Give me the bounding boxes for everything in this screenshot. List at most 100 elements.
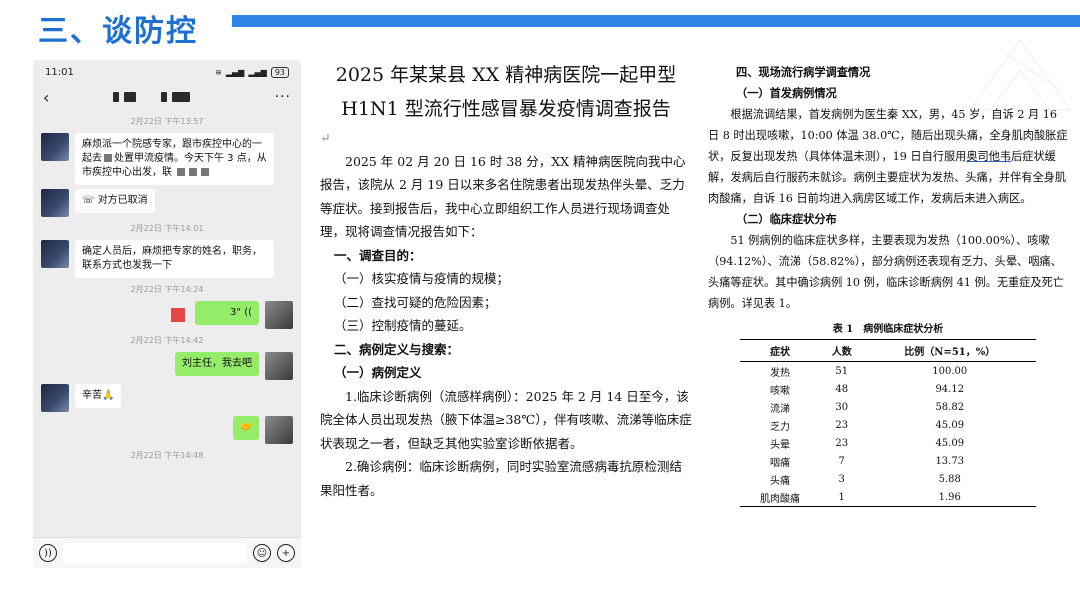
unread-voice-indicator [171,308,185,322]
table-cell: 23 [835,419,849,431]
call-cancelled-message: ☏ 对方已取消 [33,189,301,217]
message-bubble[interactable]: 辛苦🙏 [75,384,122,408]
section-heading: 二、病例定义与搜索： [334,341,460,357]
redacted-mosaic [189,168,198,176]
table-cell: 头晕 [769,439,790,451]
emoji-bubble[interactable]: 🤝 [232,416,259,440]
subsection-heading: （一）首发病例情况 [736,86,837,100]
chat-header: ‹ ··· [33,84,301,110]
avatar[interactable] [41,240,69,268]
avatar[interactable] [265,352,293,380]
intro-paragraph: 2025 年 02 月 20 日 16 时 38 分，XX 精神病医院向我中心报… [320,153,686,240]
message-received: 麻烦派一个院感专家，跟市疾控中心的一起去 处置甲流疫情。今天下午 3 点，从市疾控… [33,133,301,185]
table-row: 咽痛 7 13.73 [740,452,1036,470]
voice-input-icon[interactable]: )) [39,544,57,562]
table-cell: 肌肉酸痛 [740,488,820,507]
table-row: 发热 51 100.00 [740,362,1036,381]
plus-icon[interactable]: + [277,544,295,562]
handshake-emoji-icon: 🤝 [239,422,252,433]
redacted-mosaic [201,168,210,176]
chat-input-bar: )) ☺ + [33,537,301,568]
emoji-icon[interactable]: ☺ [253,544,271,562]
wechat-chat-screenshot: 11:01 ≋ ▂▄▆ ▂▄▆ 93 ‹ ··· 2月22日 下午13:57 麻… [33,60,301,568]
timestamp: 2月22日 下午14:48 [130,451,204,460]
status-time: 11:01 [45,66,74,78]
list-item: （三）控制疫情的蔓延。 [334,318,472,333]
subsection-heading: （二）临床症状分布 [736,212,837,226]
table-cell: 13.73 [935,455,965,467]
redacted-mosaic [177,168,186,176]
table-cell: 1 [819,488,864,507]
slide-title: 三、谈防控 [38,14,198,49]
table-cell: 48 [835,383,849,395]
table-cell: 5.88 [938,473,961,485]
report-page-2: 四、现场流行病学调查情况 （一）首发病例情况 根据流调结果，首发病例为医生秦 X… [708,62,1068,582]
table-caption: 表 1 病例临床症状分析 [832,324,944,335]
report-page-1: 2025 年某某县 XX 精神病医院一起甲型 H1N1 型流行性感冒暴发疫情调查… [320,58,692,578]
report-title-line2: H1N1 型流行性感冒暴发疫情调查报告 [341,98,671,120]
message-bubble[interactable]: 刘主任，我去吧 [175,352,259,376]
message-bubble[interactable]: 麻烦派一个院感专家，跟市疾控中心的一起去 处置甲流疫情。今天下午 3 点，从市疾控… [75,133,274,185]
voice-wave-icon: (( [244,307,252,318]
call-bubble[interactable]: ☏ 对方已取消 [75,189,155,213]
subsection-heading: （一）病例定义 [334,365,422,380]
redacted-mosaic [104,154,112,162]
table-cell: 23 [835,437,849,449]
avatar[interactable] [265,416,293,444]
table-cell: 1.96 [863,488,1036,507]
table-row: 肌肉酸痛 1 1.96 [740,488,1036,507]
message-input[interactable] [63,543,247,563]
list-item: （一）核实疫情与疫情的规模； [334,271,510,286]
table-row: 咳嗽 48 94.12 [740,380,1036,398]
battery-level: 93 [270,66,289,78]
body-paragraph: 2.确诊病例：临床诊断病例，同时实验室流感病毒抗原检测结果阳性者。 [320,459,682,498]
table-cell: 流涕 [769,403,790,415]
voice-message-sent: 3" (( [33,301,301,329]
timestamp: 2月22日 下午14:24 [130,285,204,294]
voice-bubble[interactable]: 3" (( [195,301,259,325]
title-bar [232,15,1080,27]
contact-name-redacted [113,92,190,102]
table-cell: 3 [838,473,845,485]
body-paragraph: 1.临床诊断病例（流感样病例）：2025 年 2 月 14 日至今，该院全体人员… [320,388,692,451]
paragraph-mark: ↵ [320,130,331,145]
table-row: 流涕 30 58.82 [740,398,1036,416]
column-header: 比例（N=51，%） [863,339,1036,362]
report-title-line1: 2025 年某某县 XX 精神病医院一起甲型 [335,64,677,86]
message-received: 辛苦🙏 [33,384,301,412]
table-cell: 45.09 [935,437,965,449]
call-status-text: 对方已取消 [97,195,148,206]
avatar[interactable] [41,384,69,412]
more-options-icon[interactable]: ··· [275,89,291,105]
table-row: 乏力 23 45.09 [740,416,1036,434]
back-arrow-icon[interactable]: ‹ [43,88,57,107]
avatar[interactable] [41,189,69,217]
phone-hangup-icon: ☏ [82,195,98,206]
symptom-table: 症状 人数 比例（N=51，%） 发热 51 100.00 咳嗽 48 94.12 流涕… [740,339,1036,507]
table-row: 头痛 3 5.88 [740,470,1036,488]
body-paragraph: 51 例病例的临床症状多样，主要表现为发热（100.00%）、咳嗽（94.12%… [708,234,1064,310]
table-cell: 51 [835,365,849,377]
table-cell: 发热 [769,367,790,379]
table-cell: 咳嗽 [769,385,790,397]
table-cell: 100.00 [932,365,968,377]
message-bubble[interactable]: 确定人员后，麻烦把专家的姓名，职务，联系方式也发我一下 [75,240,274,278]
signal-icon: ▂▄▆ [225,67,245,77]
section-heading: 四、现场流行病学调查情况 [736,65,871,79]
table-header-row: 症状 人数 比例（N=51，%） [740,339,1036,362]
table-cell: 头痛 [769,475,790,487]
table-row: 头晕 23 45.09 [740,434,1036,452]
avatar[interactable] [41,133,69,161]
table-cell: 7 [838,455,845,467]
section-heading: 一、调查目的： [334,247,422,263]
timestamp: 2月22日 下午14:01 [130,224,204,233]
drug-name: 奥司他韦 [966,150,1012,163]
status-bar: 11:01 ≋ ▂▄▆ ▂▄▆ 93 [33,60,301,84]
message-sent: 刘主任，我去吧 [33,352,301,380]
column-header: 人数 [819,339,864,362]
timestamp: 2月22日 下午14:42 [130,336,204,345]
column-header: 症状 [740,339,820,362]
avatar[interactable] [265,301,293,329]
body-paragraph: 根据流调结果，首发病例为医生秦 XX，男，45 岁，自诉 2 月 16 日 8 … [708,104,1068,209]
table-cell: 30 [835,401,849,413]
